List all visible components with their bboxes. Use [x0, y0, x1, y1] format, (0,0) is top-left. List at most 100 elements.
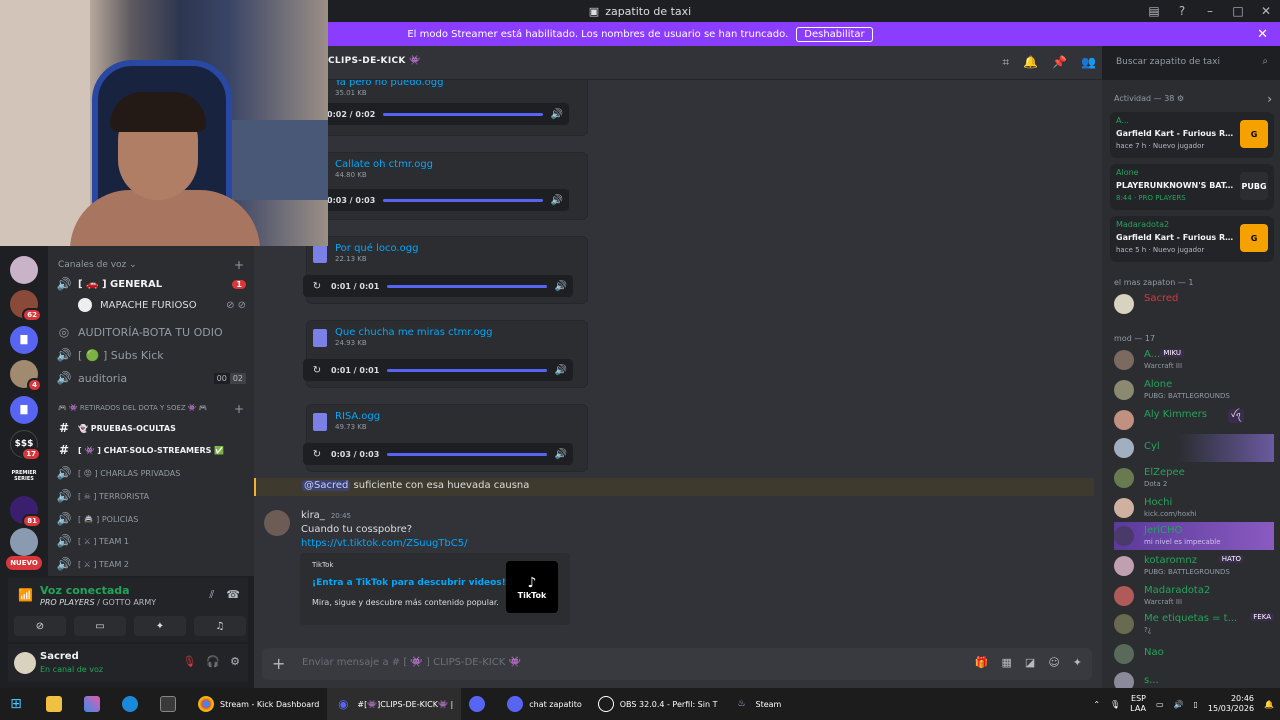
member-item[interactable]: Alone PUBG: BATTLEGROUNDS	[1114, 376, 1274, 404]
progress-bar[interactable]	[387, 368, 547, 372]
volume-icon[interactable]: 🔊	[555, 281, 567, 292]
channel-policias[interactable]: 🔊 [ 🚔 ] POLICIAS	[56, 509, 246, 529]
chevron-right-icon[interactable]: ›	[1267, 92, 1272, 106]
server-icon[interactable]	[10, 528, 38, 556]
volume-icon[interactable]: 🔊	[555, 449, 567, 460]
member-item[interactable]: ElZepee Dota 2	[1114, 464, 1274, 492]
screen-share-button[interactable]: ▭	[74, 616, 126, 636]
volume-icon[interactable]: 🔊	[551, 109, 563, 120]
gear-icon[interactable]: ⚙	[230, 655, 240, 668]
server-icon[interactable]: 81	[10, 496, 42, 528]
attach-icon[interactable]: +	[272, 654, 285, 673]
member-item[interactable]: A... Warcraft III MIKU	[1114, 346, 1274, 374]
file-name[interactable]: Callate oh ctmr.ogg	[335, 159, 433, 170]
headphones-icon[interactable]: 🎧	[206, 655, 220, 668]
mic-muted-icon[interactable]: 🎙	[182, 655, 196, 668]
channel-general[interactable]: 🔊 [ 🚗 ] GENERAL 1	[56, 274, 246, 294]
gift-icon[interactable]: 🎁	[975, 656, 989, 669]
bell-icon[interactable]: 🔔	[1023, 55, 1038, 70]
member-item[interactable]: Aly Kimmers ꪜꪖ	[1114, 406, 1274, 434]
add-channel-icon[interactable]: +	[234, 402, 244, 416]
threads-icon[interactable]: ⌗	[1002, 55, 1009, 70]
battery-icon[interactable]: ▯	[1194, 700, 1198, 709]
taskbar-app-chrome[interactable]: Stream - Kick Dashboard	[190, 688, 327, 720]
copilot-button[interactable]	[76, 688, 114, 720]
replay-icon[interactable]: ↻	[309, 281, 325, 292]
voice-status-channel[interactable]: PRO PLAYERS / GOTTO ARMY	[40, 598, 156, 607]
edge-button[interactable]	[114, 688, 152, 720]
server-icon[interactable]: PREMIER SERIES	[10, 462, 38, 490]
folder-icon[interactable]: ▇	[10, 396, 38, 424]
emoji-icon[interactable]: ☺	[1048, 656, 1059, 669]
add-channel-icon[interactable]: +	[234, 258, 244, 272]
channel-terrorista[interactable]: 🔊 [ ☠ ] TERRORISTA	[56, 486, 246, 506]
category-voice[interactable]: Canales de voz ⌄ +	[58, 258, 244, 272]
progress-bar[interactable]	[387, 284, 547, 288]
message-composer[interactable]: + Enviar mensaje a # [ 👾 ] CLIPS-DE-KICK…	[262, 648, 1092, 680]
disable-streamer-button[interactable]: Deshabilitar	[796, 26, 873, 42]
embed-thumbnail[interactable]: ♪ TikTok	[506, 561, 558, 613]
progress-bar[interactable]	[383, 112, 543, 116]
member-item[interactable]: kotaromnz PUBG: BATTLEGROUNDS HATO	[1114, 552, 1274, 580]
user-mention[interactable]: @Sacred	[302, 480, 351, 491]
progress-bar[interactable]	[387, 452, 547, 456]
start-button[interactable]: ⊞	[0, 688, 38, 720]
volume-icon[interactable]: 🔊	[551, 195, 563, 206]
search-input[interactable]: Buscar zapatito de taxi ⌕	[1110, 53, 1274, 73]
volume-icon[interactable]: 🔊	[555, 365, 567, 376]
minimize-button[interactable]: –	[1196, 4, 1224, 18]
author-name[interactable]: kira_	[301, 510, 325, 521]
server-icon[interactable]: 62	[10, 290, 42, 322]
category-retirados[interactable]: 🎮 👾 RETIRADOS DEL DOTA Y SOEZ 👾 🎮 +	[58, 402, 244, 416]
disconnect-icon[interactable]: ☎	[226, 588, 240, 602]
replay-icon[interactable]: ↻	[309, 449, 325, 460]
channel-chat-solo-streamers[interactable]: # [ 👾 ] CHAT-SOLO-STREAMERS ✅	[56, 440, 246, 460]
taskbar-app-discord-2[interactable]	[461, 688, 499, 720]
store-button[interactable]	[152, 688, 190, 720]
file-name[interactable]: RISA.ogg	[335, 411, 380, 422]
member-item[interactable]: s...	[1114, 668, 1274, 688]
avatar[interactable]	[264, 510, 290, 536]
channel-charlas-privadas[interactable]: 🔊 [ 😡 ] CHARLAS PRIVADAS	[56, 463, 246, 483]
activity-card[interactable]: Alone PLAYERUNKNOWN'S BAT... 8:44 · PRO …	[1110, 164, 1274, 210]
new-badge[interactable]: NUEVO	[6, 556, 42, 570]
channel-pruebas-ocultas[interactable]: # 👻 PRUEBAS-OCULTAS	[56, 418, 246, 438]
maximize-button[interactable]: □	[1224, 4, 1252, 18]
activity-card[interactable]: A... Garfield Kart - Furious Rac... hace…	[1110, 112, 1274, 158]
activity-card[interactable]: Madaradota2 Garfield Kart - Furious Rac.…	[1110, 216, 1274, 262]
progress-bar[interactable]	[383, 198, 543, 202]
sticker-icon[interactable]: ◪	[1025, 656, 1035, 669]
speaker-icon[interactable]: 🔊	[1174, 700, 1184, 709]
pin-icon[interactable]: 📌	[1052, 55, 1067, 70]
language-indicator[interactable]: ESP LAA	[1130, 694, 1146, 714]
help-icon[interactable]: ?	[1168, 4, 1196, 18]
taskbar-app-steam[interactable]: ♨ Steam	[725, 688, 789, 720]
noise-suppression-icon[interactable]: ⫽	[209, 588, 214, 602]
voice-status-title[interactable]: Voz conectada	[40, 584, 130, 597]
member-item[interactable]: Cyl	[1114, 434, 1274, 462]
network-icon[interactable]: ▭	[1156, 700, 1164, 709]
embed-title[interactable]: ¡Entra a TikTok para descubrir videos!	[312, 578, 506, 588]
channel-team-2[interactable]: 🔊 [ ⚔ ] TEAM 2	[56, 554, 246, 574]
soundboard-button[interactable]: ♫	[194, 616, 246, 636]
server-icon[interactable]	[10, 256, 38, 284]
close-button[interactable]: ✕	[1252, 4, 1280, 18]
members-icon[interactable]: 👥	[1081, 55, 1096, 70]
voice-user[interactable]: MAPACHE FURIOSO ⊘ ⊘	[78, 295, 246, 315]
member-item[interactable]: Hochi kick.com/hoxhi	[1114, 494, 1274, 522]
file-explorer-button[interactable]	[38, 688, 76, 720]
channel-subs-kick[interactable]: 🔊 [ 🟢 ] Subs Kick	[56, 345, 246, 365]
server-icon[interactable]: $$$ 17	[10, 430, 41, 461]
member-item[interactable]: Me etiquetas = t... ?¿ FEKA	[1114, 610, 1274, 638]
file-name[interactable]: Ya pero no puedo.ogg	[335, 80, 443, 88]
member-item[interactable]: Nao	[1114, 640, 1274, 668]
username[interactable]: Sacred	[40, 651, 79, 662]
replay-icon[interactable]: ↻	[309, 365, 325, 376]
activity-header[interactable]: Actividad — 38 ⚙	[1114, 94, 1184, 103]
apps-icon[interactable]: ✦	[1073, 656, 1082, 669]
file-name[interactable]: Por qué loco.ogg	[335, 243, 418, 254]
gif-icon[interactable]: ▦	[1002, 656, 1012, 669]
chevron-up-icon[interactable]: ⌃	[1093, 700, 1100, 709]
member-item[interactable]: JeriCHO mi nivel es impecable	[1114, 522, 1274, 550]
file-name[interactable]: Que chucha me miras ctmr.ogg	[335, 327, 492, 338]
